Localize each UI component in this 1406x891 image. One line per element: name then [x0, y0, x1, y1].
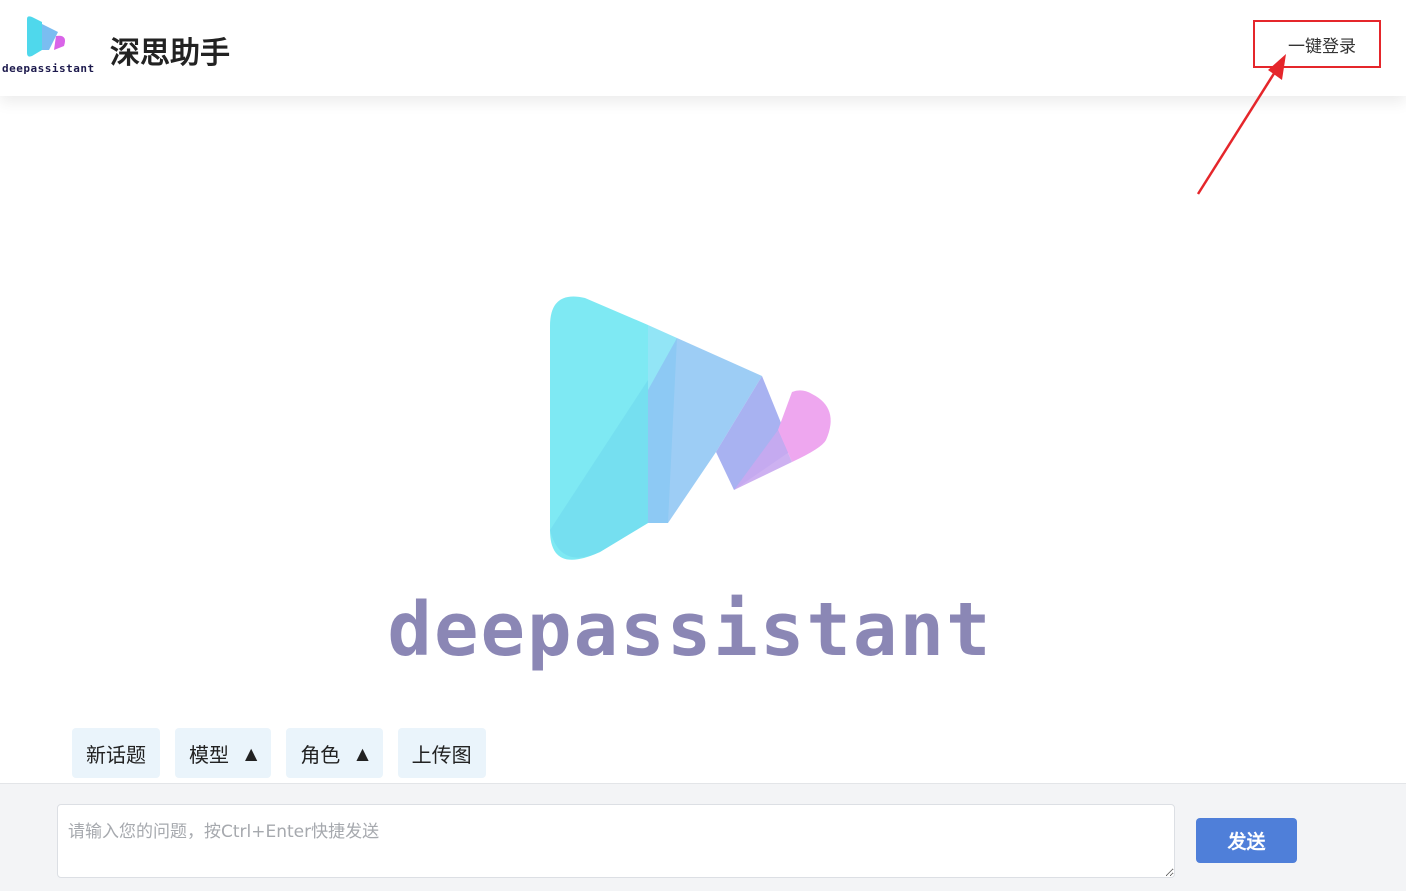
hero-logo	[540, 290, 840, 570]
model-label: 模型	[189, 742, 229, 767]
app-title: 深思助手	[110, 36, 230, 71]
hero-wordmark: deepassistant	[387, 587, 993, 673]
upload-image-button[interactable]: 上传图	[397, 728, 486, 778]
caret-up-icon: ▲	[245, 743, 258, 763]
role-label: 角色	[300, 742, 341, 767]
chat-toolbar: 新话题 模型 ▲ 角色 ▲ 上传图	[72, 728, 486, 778]
caret-up-icon: ▲	[356, 743, 369, 763]
brand-logo[interactable]	[24, 16, 72, 60]
upload-image-label: 上传图	[411, 742, 472, 767]
send-button[interactable]: 发送	[1196, 818, 1297, 863]
composer-area: 发送	[0, 783, 1406, 891]
logo-mark-icon	[27, 16, 65, 57]
model-select-button[interactable]: 模型 ▲	[175, 728, 272, 778]
deepassistant-logo-icon	[550, 296, 831, 560]
brand-wordmark: deepassistant	[2, 62, 95, 75]
role-select-button[interactable]: 角色 ▲	[286, 728, 383, 778]
annotation-arrow-icon	[1196, 54, 1286, 195]
new-topic-button[interactable]: 新话题	[72, 728, 160, 778]
question-input[interactable]	[57, 804, 1175, 878]
new-topic-label: 新话题	[86, 742, 146, 767]
